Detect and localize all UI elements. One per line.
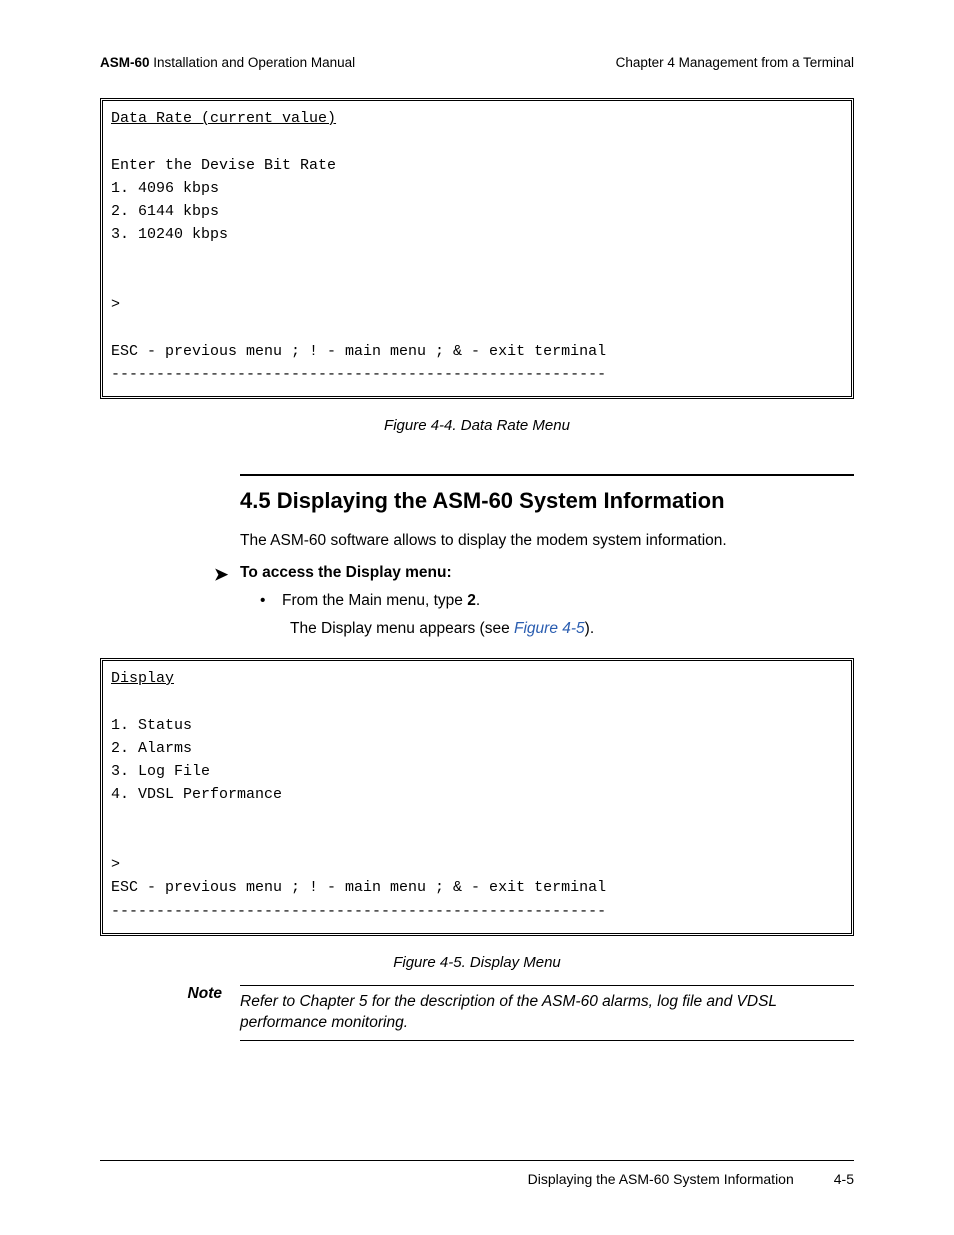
footer-line: Displaying the ASM-60 System Information… bbox=[100, 1171, 854, 1187]
terminal1-title: Data Rate (current value) bbox=[111, 107, 336, 130]
xref-figure-4-5[interactable]: Figure 4-5 bbox=[514, 620, 585, 637]
result-prefix: The Display menu appears (see bbox=[290, 620, 514, 637]
note-label: Note bbox=[188, 985, 222, 1002]
figure-4-4-caption: Figure 4-4. Data Rate Menu bbox=[100, 417, 854, 434]
bullet-icon: • bbox=[260, 592, 265, 610]
step-key: 2 bbox=[467, 592, 476, 609]
footer-rule bbox=[100, 1160, 854, 1161]
terminal2-title: Display bbox=[111, 667, 174, 690]
header-left: ASM-60 Installation and Operation Manual bbox=[100, 55, 355, 70]
step-prefix: From the Main menu, type bbox=[282, 592, 467, 609]
terminal-display-menu: Display 1. Status 2. Alarms 3. Log File … bbox=[100, 658, 854, 936]
header-chapter: Chapter 4 Management from a Terminal bbox=[616, 55, 854, 70]
figure-4-5-caption: Figure 4-5. Display Menu bbox=[100, 954, 854, 971]
footer-section-name: Displaying the ASM-60 System Information bbox=[528, 1171, 794, 1187]
header-doc-title: Installation and Operation Manual bbox=[150, 55, 356, 70]
procedure-arrow-icon: ➤ bbox=[214, 565, 228, 585]
procedure-result: The Display menu appears (see Figure 4-5… bbox=[290, 620, 854, 638]
step-text: From the Main menu, type 2. bbox=[282, 592, 480, 609]
procedure-step: • From the Main menu, type 2. bbox=[264, 592, 854, 610]
header-product: ASM-60 bbox=[100, 55, 150, 70]
page-footer: Displaying the ASM-60 System Information… bbox=[100, 1160, 854, 1187]
note-block: Note Refer to Chapter 5 for the descript… bbox=[100, 985, 854, 1041]
terminal1-body: Enter the Devise Bit Rate 1. 4096 kbps 2… bbox=[111, 157, 606, 383]
section-block: 4.5 Displaying the ASM-60 System Informa… bbox=[240, 474, 854, 638]
note-label-column: Note bbox=[100, 985, 240, 1003]
section-heading: 4.5 Displaying the ASM-60 System Informa… bbox=[240, 488, 854, 514]
page: ASM-60 Installation and Operation Manual… bbox=[0, 0, 954, 1235]
terminal-data-rate: Data Rate (current value) Enter the Devi… bbox=[100, 98, 854, 399]
section-rule bbox=[240, 474, 854, 476]
footer-page-number: 4-5 bbox=[834, 1171, 854, 1187]
terminal2-body: 1. Status 2. Alarms 3. Log File 4. VDSL … bbox=[111, 717, 606, 920]
step-suffix: . bbox=[476, 592, 480, 609]
result-suffix: ). bbox=[585, 620, 594, 637]
running-header: ASM-60 Installation and Operation Manual… bbox=[100, 55, 854, 70]
procedure-heading-text: To access the Display menu: bbox=[240, 564, 452, 581]
note-body: Refer to Chapter 5 for the description o… bbox=[240, 985, 854, 1041]
section-intro: The ASM-60 software allows to display th… bbox=[240, 532, 854, 550]
procedure-heading: ➤ To access the Display menu: bbox=[240, 564, 854, 582]
